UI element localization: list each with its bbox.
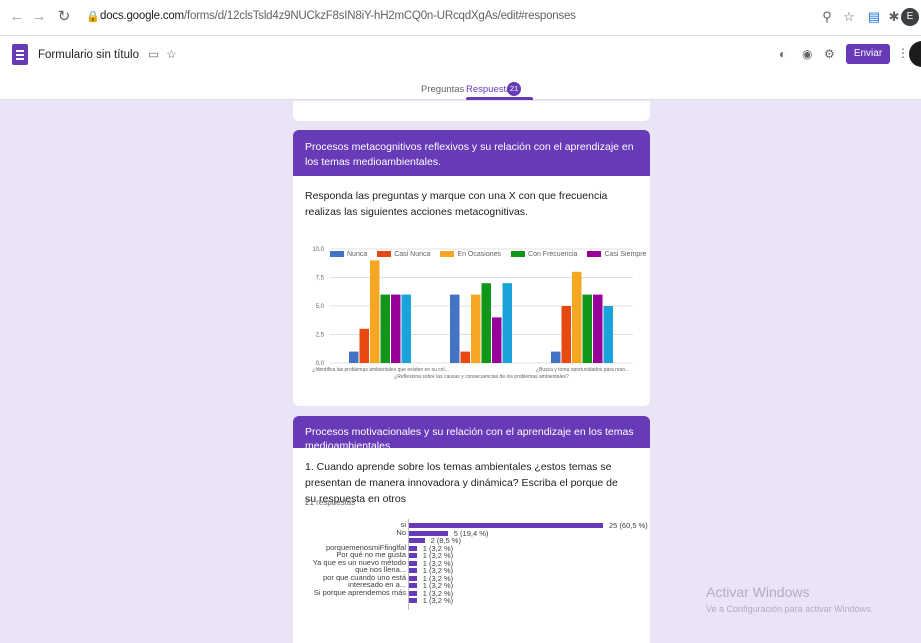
- bar-nunca[interactable]: [349, 351, 359, 363]
- bar-con-frecuencia[interactable]: [380, 294, 391, 363]
- browser-toolbar: ← → ↻ 🔒 docs.google.com/forms/d/12clsTsl…: [0, 0, 921, 36]
- bar-en-ocasiones[interactable]: [370, 260, 380, 363]
- folder-icon[interactable]: ▭: [148, 49, 159, 61]
- bar-casi-siempre[interactable]: [391, 294, 401, 363]
- hbar-category-label: No: [396, 527, 406, 537]
- y-tick-label: 5,0: [316, 304, 325, 310]
- hbar[interactable]: [409, 598, 417, 603]
- responses-count-badge: 21: [507, 82, 521, 96]
- address-bar[interactable]: docs.google.com/forms/d/12clsTsld4z9NUCk…: [100, 10, 576, 22]
- bar-casi-nunca[interactable]: [359, 328, 370, 363]
- hbar-axis: [408, 519, 409, 610]
- zoom-icon[interactable]: ⚲: [818, 8, 836, 26]
- profile-icon[interactable]: E: [901, 8, 919, 26]
- hbar-value-label: 25 (60,5 %): [609, 521, 648, 530]
- bar-casi-nunca[interactable]: [561, 306, 572, 363]
- preview-icon[interactable]: ◉: [802, 47, 812, 61]
- bar-en-ocasiones[interactable]: [471, 294, 481, 363]
- tab-questions[interactable]: Preguntas: [421, 84, 464, 95]
- bar-nunca[interactable]: [551, 351, 561, 363]
- grouped-bar-chart: 0,02,55,07,510,0¿Identifica las problema…: [312, 247, 633, 380]
- bar-casi-siempre[interactable]: [492, 317, 502, 363]
- forward-icon[interactable]: →: [30, 8, 48, 26]
- url-path: /forms/d/12clsTsld4z9NUCkzF8sIN8iY-hH2mC…: [183, 10, 576, 22]
- hbar[interactable]: [409, 575, 417, 581]
- forms-header: Formulario sin título ▭ ☆ ◐ ◉ ⚙ Enviar ⋮…: [0, 36, 921, 100]
- bar-siempre[interactable]: [401, 294, 412, 363]
- hbar-category-label: Si porque aprendemos más: [313, 587, 406, 597]
- windows-activation-title: Activar Windows: [706, 584, 810, 600]
- hbar[interactable]: [409, 523, 603, 528]
- bar-casi-nunca[interactable]: [460, 351, 471, 363]
- bar-con-frecuencia[interactable]: [582, 294, 593, 363]
- palette-icon[interactable]: ◐: [779, 47, 786, 61]
- hbar-value-label: 1 (3,2 %): [422, 596, 454, 605]
- hbar[interactable]: [409, 553, 417, 558]
- previous-card: [293, 101, 650, 121]
- star-icon[interactable]: ☆: [840, 8, 858, 26]
- forms-logo-icon[interactable]: [12, 44, 28, 65]
- x-tick-label: ¿Reflexiona sobre las causas y consecuen…: [394, 374, 569, 380]
- y-tick-label: 2,5: [316, 333, 325, 339]
- hbar[interactable]: [409, 538, 425, 543]
- more-vert-icon[interactable]: ⋮: [897, 46, 909, 60]
- hbar[interactable]: [409, 560, 417, 566]
- lock-icon[interactable]: 🔒: [86, 10, 100, 23]
- section-card-motivational: Procesos motivacionales y su relación co…: [293, 416, 650, 643]
- settings-icon[interactable]: ⚙: [824, 47, 835, 61]
- bar-siempre[interactable]: [603, 306, 614, 363]
- x-tick-label: ¿Busca y toma oportunidades para reso...: [536, 367, 629, 373]
- section-card-metacognitive: Procesos metacognitivos reflexivos y su …: [293, 130, 650, 406]
- form-title[interactable]: Formulario sin título ▭ ☆: [38, 47, 177, 61]
- x-tick-label: ¿Identifica las problemas ambientales qu…: [312, 367, 448, 373]
- reload-icon[interactable]: ↻: [55, 8, 73, 26]
- bar-nunca[interactable]: [450, 294, 460, 363]
- horizontal-bar-chart: si 25 (60,5 %) No 5 (19,4 %) 2 (8,5 %) porque…: [293, 416, 650, 643]
- bar-en-ocasiones[interactable]: [572, 271, 582, 363]
- tab-underline: [466, 97, 533, 100]
- hbar[interactable]: [409, 545, 417, 551]
- windows-activation-subtitle: Ve a Configuración para activar Windows.: [706, 604, 874, 614]
- bar-casi-siempre[interactable]: [593, 294, 603, 363]
- y-tick-label: 10,0: [312, 247, 324, 253]
- url-domain: docs.google.com: [100, 10, 184, 22]
- extension-icon[interactable]: ▤: [865, 8, 883, 26]
- send-button[interactable]: Enviar: [846, 44, 890, 64]
- y-tick-label: 7,5: [316, 276, 325, 282]
- bar-siempre[interactable]: [502, 283, 513, 363]
- hbar[interactable]: [409, 590, 417, 596]
- star-icon[interactable]: ☆: [166, 49, 176, 61]
- hbar[interactable]: [409, 530, 448, 536]
- back-icon[interactable]: ←: [8, 8, 26, 26]
- bar-con-frecuencia[interactable]: [481, 283, 492, 363]
- hbar[interactable]: [409, 568, 417, 573]
- avatar[interactable]: [909, 41, 921, 67]
- hbar[interactable]: [409, 583, 417, 588]
